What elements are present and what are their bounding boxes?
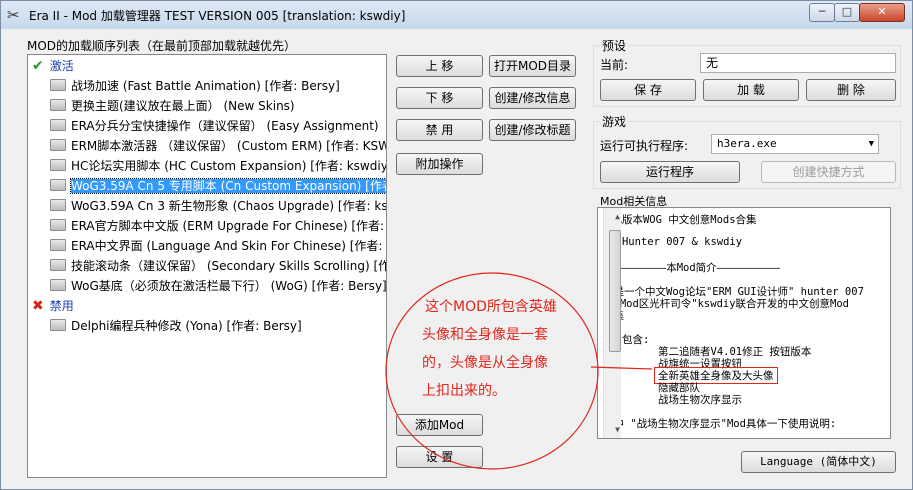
- folder-icon: [50, 139, 66, 151]
- edit-title-button[interactable]: 创建/修改标题: [489, 119, 576, 141]
- annotation-callout: 这个MOD所包含英雄 头像和全身像是一套 的，头像是从全身像 上扣出来的。: [384, 269, 653, 471]
- title-bar[interactable]: ✂ Era II - Mod 加载管理器 TEST VERSION 005 [t…: [1, 1, 912, 29]
- run-program-button[interactable]: 运行程序: [600, 161, 740, 183]
- group-active-label: 激活: [49, 59, 74, 73]
- disable-button[interactable]: 禁 用: [396, 119, 483, 141]
- mod-item-label: ERA中文界面 (Language And Skin For Chinese) …: [71, 239, 387, 253]
- exe-select[interactable]: h3era.exe ▼: [711, 134, 879, 154]
- edit-info-button[interactable]: 创建/修改信息: [489, 87, 576, 109]
- annotation-line: 的，头像是从全身像: [422, 355, 548, 371]
- open-mod-dir-button[interactable]: 打开MOD目录: [489, 55, 576, 77]
- info-line: ——————————本Mod简介——————————: [603, 262, 780, 274]
- scroll-up-icon[interactable]: ▲: [609, 208, 626, 225]
- extra-actions-button[interactable]: 附加操作: [396, 153, 483, 175]
- group-disabled-label: 禁用: [49, 299, 74, 313]
- group-disabled[interactable]: ✖ 禁用: [32, 297, 74, 316]
- mod-item[interactable]: 技能滚动条（建议保留） (Secondary Skills Scrolling)…: [50, 257, 387, 276]
- main-window: ✂ Era II - Mod 加载管理器 TEST VERSION 005 [t…: [0, 0, 913, 490]
- mod-item-label: WoG基底（必须放在激活栏最下行） (WoG) [作者: Bersy]: [71, 279, 387, 293]
- folder-icon: [50, 79, 66, 91]
- cross-icon: ✖: [32, 298, 44, 314]
- save-preset-button[interactable]: 保 存: [600, 79, 696, 101]
- info-line: 及"Mod区光杆司令"kswdiy联合开发的中文创意Mod: [603, 298, 850, 310]
- mod-item-selected[interactable]: WoG3.59A Cn 5 专用脚本 (Cn Custom Expansion)…: [50, 177, 386, 196]
- info-line: 其中 "战场生物次序显示"Mod具体一下使用说明:: [603, 418, 837, 430]
- info-line: 战场生物次序显示: [658, 394, 742, 406]
- folder-icon: [50, 259, 66, 271]
- mod-item-label: ERA分兵分宝快捷操作（建议保留） (Easy Assignment): [71, 119, 379, 133]
- folder-icon: [50, 319, 66, 331]
- mod-item[interactable]: 更换主题(建议放在最上面） (New Skins): [50, 97, 295, 116]
- game-title: 游戏: [600, 113, 629, 130]
- mod-info-text[interactable]: ERA版本WOG 中文创意Mods合集 By Hunter 007 & kswd…: [597, 207, 891, 439]
- mod-item-label: HC论坛实用脚本 (HC Custom Expansion) [作者: kswd…: [71, 159, 387, 173]
- check-icon: ✔: [32, 58, 44, 74]
- info-line: By Hunter 007 & kswdiy: [603, 236, 743, 248]
- mod-item-label: WoG3.59A Cn 3 新生物形象 (Chaos Upgrade) [作者:…: [71, 199, 387, 213]
- info-line: ERA版本WOG 中文创意Mods合集: [603, 214, 757, 226]
- mod-item[interactable]: ERA分兵分宝快捷操作（建议保留） (Easy Assignment): [50, 117, 379, 136]
- load-preset-button[interactable]: 加 载: [703, 79, 799, 101]
- scroll-down-icon[interactable]: ▼: [609, 421, 626, 438]
- window-title: Era II - Mod 加载管理器 TEST VERSION 005 [tra…: [29, 9, 406, 23]
- mod-tree[interactable]: ✔ 激活 战场加速 (Fast Battle Animation) [作者: Be…: [27, 54, 387, 478]
- preset-current-label: 当前:: [600, 58, 629, 72]
- annotation-line: 这个MOD所包含英雄: [425, 299, 557, 315]
- folder-icon: [50, 219, 66, 231]
- move-down-button[interactable]: 下 移: [396, 87, 483, 109]
- preset-title: 预设: [600, 37, 629, 54]
- maximize-button[interactable]: □: [834, 3, 860, 22]
- mod-item[interactable]: HC论坛实用脚本 (HC Custom Expansion) [作者: kswd…: [50, 157, 387, 176]
- mod-item[interactable]: WoG基底（必须放在激活栏最下行） (WoG) [作者: Bersy]: [50, 277, 387, 296]
- mod-item-label: 技能滚动条（建议保留） (Secondary Skills Scrolling)…: [71, 259, 387, 273]
- mod-list-header: MOD的加载顺序列表（在最前顶部加载就越优先）: [27, 39, 297, 53]
- mod-item-label: Delphi编程兵种修改 (Yona) [作者: Bersy]: [71, 319, 302, 333]
- language-button[interactable]: Language (简体中文): [741, 451, 896, 473]
- create-shortcut-button[interactable]: 创建快捷方式: [761, 161, 896, 183]
- mod-item[interactable]: Delphi编程兵种修改 (Yona) [作者: Bersy]: [50, 317, 302, 336]
- preset-current-field[interactable]: 无: [700, 53, 896, 73]
- info-scrollbar[interactable]: ▲ ▼: [603, 208, 621, 438]
- scroll-thumb[interactable]: [609, 230, 621, 352]
- mod-item[interactable]: ERM脚本激活器 （建议保留） (Custom ERM) [作者: KSW: [50, 137, 387, 156]
- minimize-button[interactable]: ─: [809, 3, 835, 22]
- folder-icon: [50, 199, 66, 211]
- folder-icon: [50, 179, 66, 191]
- mod-item[interactable]: WoG3.59A Cn 3 新生物形象 (Chaos Upgrade) [作者:…: [50, 197, 387, 216]
- mod-item-label: ERA官方脚本中文版 (ERM Upgrade For Chinese) [作者…: [71, 219, 385, 233]
- mod-item[interactable]: ERA中文界面 (Language And Skin For Chinese) …: [50, 237, 387, 256]
- mod-item[interactable]: 战场加速 (Fast Battle Animation) [作者: Bersy]: [50, 77, 340, 96]
- mod-item-label: WoG3.59A Cn 5 专用脚本 (Cn Custom Expansion)…: [70, 178, 386, 194]
- exe-label: 运行可执行程序:: [600, 139, 689, 153]
- chevron-down-icon[interactable]: ▼: [869, 135, 874, 153]
- folder-icon: [50, 279, 66, 291]
- mod-item-label: 更换主题(建议放在最上面） (New Skins): [71, 99, 295, 113]
- annotation-line: 头像和全身像是一套: [422, 327, 548, 343]
- annotation-line: 上扣出来的。: [422, 383, 506, 399]
- folder-icon: [50, 159, 66, 171]
- mod-item[interactable]: ERA官方脚本中文版 (ERM Upgrade For Chinese) [作者…: [50, 217, 384, 236]
- move-up-button[interactable]: 上 移: [396, 55, 483, 77]
- mod-item-label: 战场加速 (Fast Battle Animation) [作者: Bersy]: [71, 79, 340, 93]
- app-icon: ✂: [7, 6, 20, 24]
- folder-icon: [50, 119, 66, 131]
- exe-select-value: h3era.exe: [717, 137, 777, 150]
- folder-icon: [50, 239, 66, 251]
- delete-preset-button[interactable]: 删 除: [806, 79, 896, 101]
- folder-icon: [50, 99, 66, 111]
- group-active[interactable]: ✔ 激活: [32, 57, 74, 76]
- close-button[interactable]: ✕: [859, 3, 905, 22]
- mod-item-label: ERM脚本激活器 （建议保留） (Custom ERM) [作者: KSW: [71, 139, 387, 153]
